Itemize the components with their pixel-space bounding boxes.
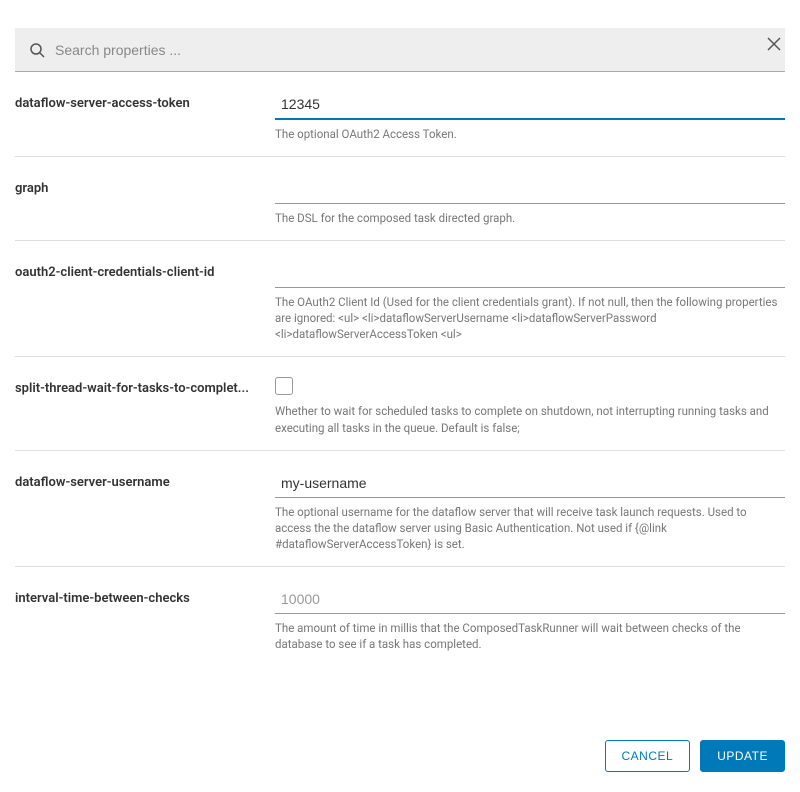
property-input[interactable] [275, 261, 785, 288]
property-description: The amount of time in millis that the Co… [275, 620, 785, 652]
property-description: The OAuth2 Client Id (Used for the clien… [275, 294, 785, 342]
property-row: oauth2-client-credentials-client-idThe O… [15, 241, 785, 357]
property-label: dataflow-server-access-token [15, 92, 275, 142]
property-description: The optional OAuth2 Access Token. [275, 126, 785, 142]
property-label: graph [15, 177, 275, 226]
property-field: The DSL for the composed task directed g… [275, 177, 785, 226]
dialog-footer: CANCEL UPDATE [605, 740, 785, 772]
properties-list: dataflow-server-access-tokenThe optional… [0, 72, 800, 666]
cancel-button[interactable]: CANCEL [605, 740, 691, 772]
property-field: The amount of time in millis that the Co… [275, 587, 785, 652]
property-row: dataflow-server-usernameThe optional use… [15, 451, 785, 567]
property-field: The optional OAuth2 Access Token. [275, 92, 785, 142]
property-input[interactable] [275, 471, 785, 498]
property-label: split-thread-wait-for-tasks-to-complet..… [15, 377, 275, 435]
property-label: interval-time-between-checks [15, 587, 275, 652]
property-row: split-thread-wait-for-tasks-to-complet..… [15, 357, 785, 450]
property-label: oauth2-client-credentials-client-id [15, 261, 275, 342]
property-checkbox[interactable] [275, 377, 293, 395]
property-input[interactable] [275, 587, 785, 614]
property-description: Whether to wait for scheduled tasks to c… [275, 403, 785, 435]
close-icon [766, 41, 782, 56]
property-label: dataflow-server-username [15, 471, 275, 552]
property-row: interval-time-between-checksThe amount o… [15, 567, 785, 666]
property-row: dataflow-server-access-tokenThe optional… [15, 72, 785, 157]
property-field: The OAuth2 Client Id (Used for the clien… [275, 261, 785, 342]
search-icon [29, 42, 45, 58]
search-bar [15, 28, 785, 72]
property-input[interactable] [275, 92, 785, 120]
close-button[interactable] [766, 36, 786, 56]
property-row: graphThe DSL for the composed task direc… [15, 157, 785, 241]
property-field: Whether to wait for scheduled tasks to c… [275, 377, 785, 435]
search-input[interactable] [55, 42, 771, 58]
property-input[interactable] [275, 177, 785, 204]
property-description: The DSL for the composed task directed g… [275, 210, 785, 226]
update-button[interactable]: UPDATE [700, 740, 785, 772]
property-field: The optional username for the dataflow s… [275, 471, 785, 552]
property-description: The optional username for the dataflow s… [275, 504, 785, 552]
